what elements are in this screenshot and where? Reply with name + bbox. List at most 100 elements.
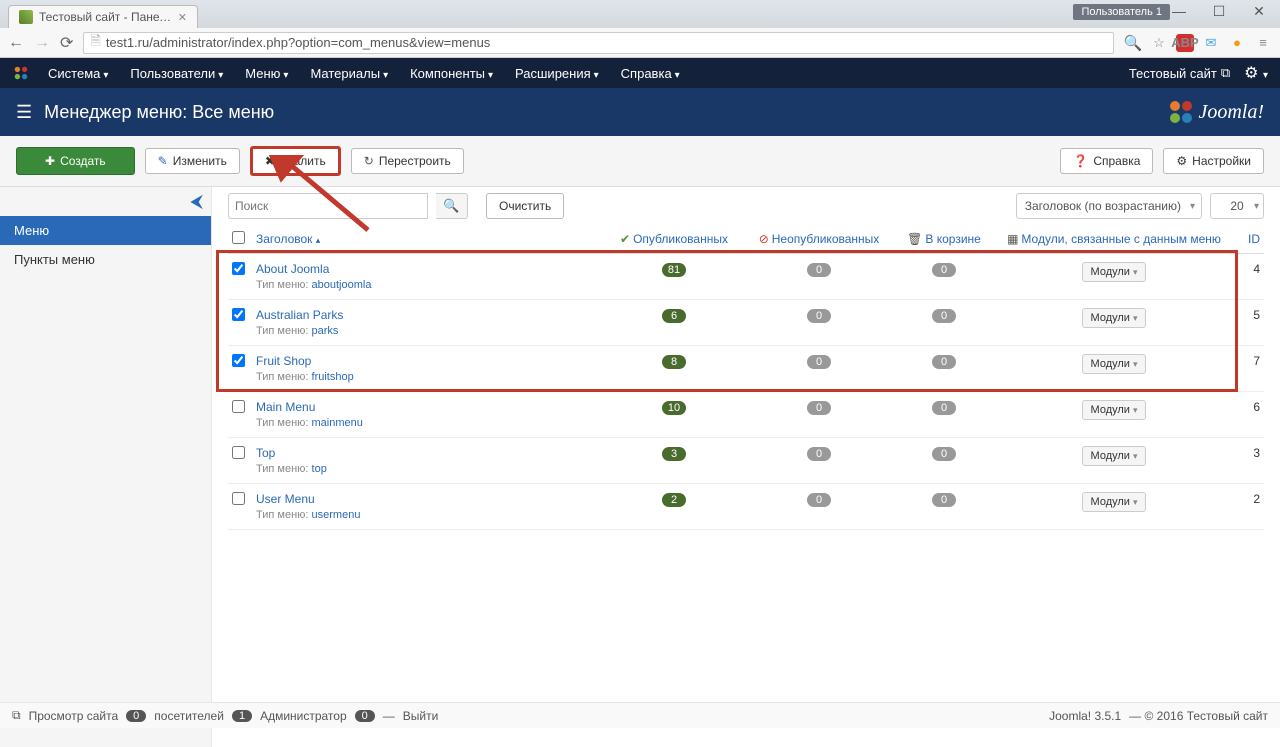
trashed-badge[interactable]: 0 <box>932 355 956 369</box>
topbar-item-content[interactable]: Материалы <box>302 66 396 81</box>
row-checkbox[interactable] <box>232 446 245 459</box>
user-badge[interactable]: Пользователь 1 <box>1073 4 1170 20</box>
menu-type-link[interactable]: aboutjoomla <box>312 279 372 291</box>
topbar-item-users[interactable]: Пользователи <box>122 66 231 81</box>
topbar-item-menus[interactable]: Меню <box>237 66 296 81</box>
sidebar-item-1[interactable]: Пункты меню <box>0 245 211 274</box>
modules-icon: ▦ <box>1007 232 1018 246</box>
content-area: ⮜ МенюПункты меню 🔍 Очистить Заголовок (… <box>0 187 1280 747</box>
menu-title-link[interactable]: Australian Parks <box>256 308 600 322</box>
trashed-badge[interactable]: 0 <box>932 263 956 277</box>
star-icon[interactable]: ☆ <box>1150 34 1168 52</box>
search-button[interactable]: 🔍 <box>436 193 468 219</box>
delete-icon: ✖ <box>265 154 275 168</box>
blog-icon[interactable]: ● <box>1228 34 1246 52</box>
col-id[interactable]: ID <box>1234 225 1264 254</box>
row-checkbox[interactable] <box>232 354 245 367</box>
site-link[interactable]: Тестовый сайт ⧉ <box>1129 65 1230 81</box>
external-icon: ⧉ <box>12 708 21 723</box>
published-badge[interactable]: 81 <box>662 263 686 277</box>
limit-select[interactable]: 20 <box>1210 193 1264 219</box>
trashed-badge[interactable]: 0 <box>932 401 956 415</box>
edit-button[interactable]: ✎Изменить <box>145 148 240 174</box>
magnifier-icon: 🔍 <box>443 198 459 214</box>
nav-back-icon[interactable]: ← <box>8 34 24 52</box>
published-badge[interactable]: 6 <box>662 309 686 323</box>
clear-button[interactable]: Очистить <box>486 193 564 219</box>
menu-title-link[interactable]: User Menu <box>256 492 600 506</box>
menu-title-link[interactable]: About Joomla <box>256 262 600 276</box>
collapse-sidebar-icon[interactable]: ⮜ <box>190 191 203 211</box>
minimize-icon[interactable]: — <box>1162 0 1196 22</box>
zoom-icon[interactable]: 🔍 <box>1124 34 1142 52</box>
chrome-menu-icon[interactable]: ≡ <box>1254 34 1272 52</box>
row-checkbox[interactable] <box>232 308 245 321</box>
options-button[interactable]: ⚙Настройки <box>1163 148 1264 174</box>
help-button[interactable]: ❓Справка <box>1060 148 1153 174</box>
menu-type-link[interactable]: usermenu <box>312 509 361 521</box>
menu-type-label: Тип меню: mainmenu <box>256 417 600 429</box>
delete-button[interactable]: ✖Удалить <box>250 146 341 176</box>
unpublished-badge[interactable]: 0 <box>807 355 831 369</box>
published-badge[interactable]: 8 <box>662 355 686 369</box>
new-button[interactable]: ✚Создать <box>16 147 135 175</box>
unpublished-badge[interactable]: 0 <box>807 401 831 415</box>
trashed-badge[interactable]: 0 <box>932 493 956 507</box>
maximize-icon[interactable]: ☐ <box>1202 0 1236 22</box>
modules-dropdown[interactable]: Модули <box>1082 262 1147 282</box>
menu-type-link[interactable]: top <box>312 463 327 475</box>
mail-icon[interactable]: ✉ <box>1202 34 1220 52</box>
sort-select[interactable]: Заголовок (по возрастанию) <box>1016 193 1202 219</box>
topbar-item-extensions[interactable]: Расширения <box>507 66 607 81</box>
close-window-icon[interactable]: ✕ <box>1242 0 1276 22</box>
unpublished-badge[interactable]: 0 <box>807 263 831 277</box>
menu-type-link[interactable]: fruitshop <box>312 371 354 383</box>
col-unpublished[interactable]: ⊘Неопубликованных <box>744 225 894 254</box>
select-all-checkbox[interactable] <box>232 231 245 244</box>
sidebar-item-0[interactable]: Меню <box>0 216 211 245</box>
menu-title-link[interactable]: Main Menu <box>256 400 600 414</box>
menu-title-link[interactable]: Top <box>256 446 600 460</box>
topbar-item-help[interactable]: Справка <box>613 66 688 81</box>
joomla-version: Joomla! 3.5.1 <box>1049 709 1121 723</box>
menu-type-link[interactable]: mainmenu <box>312 417 363 429</box>
col-published[interactable]: ✔Опубликованных <box>604 225 744 254</box>
modules-dropdown[interactable]: Модули <box>1082 492 1147 512</box>
modules-dropdown[interactable]: Модули <box>1082 308 1147 328</box>
col-trashed[interactable]: 🗑В корзине <box>894 225 994 254</box>
trashed-badge[interactable]: 0 <box>932 309 956 323</box>
published-badge[interactable]: 3 <box>662 447 686 461</box>
browser-tab[interactable]: Тестовый сайт - Панель ✕ <box>8 5 198 28</box>
unpublished-badge[interactable]: 0 <box>807 493 831 507</box>
modules-dropdown[interactable]: Модули <box>1082 400 1147 420</box>
copyright: — © 2016 Тестовый сайт <box>1129 709 1268 723</box>
unpublished-badge[interactable]: 0 <box>807 309 831 323</box>
modules-dropdown[interactable]: Модули <box>1082 446 1147 466</box>
search-input[interactable] <box>228 193 428 219</box>
modules-dropdown[interactable]: Модули <box>1082 354 1147 374</box>
menu-type-link[interactable]: parks <box>312 325 339 337</box>
col-title[interactable]: Заголовок ▴ <box>252 225 604 254</box>
address-input[interactable]: 🗎 test1.ru/administrator/index.php?optio… <box>83 32 1114 54</box>
view-site-link[interactable]: Просмотр сайта <box>29 709 119 723</box>
row-checkbox[interactable] <box>232 262 245 275</box>
sidebar: ⮜ МенюПункты меню <box>0 187 212 747</box>
published-badge[interactable]: 2 <box>662 493 686 507</box>
menu-title-link[interactable]: Fruit Shop <box>256 354 600 368</box>
tab-close-icon[interactable]: ✕ <box>178 11 187 24</box>
row-checkbox[interactable] <box>232 492 245 505</box>
col-modules: ▦Модули, связанные с данным меню <box>994 225 1234 254</box>
topbar-item-system[interactable]: Система <box>40 66 116 81</box>
row-checkbox[interactable] <box>232 400 245 413</box>
published-badge[interactable]: 10 <box>662 401 686 415</box>
nav-forward-icon[interactable]: → <box>34 34 50 52</box>
logout-link[interactable]: Выйти <box>403 709 439 723</box>
rebuild-button[interactable]: ↻Перестроить <box>351 148 464 174</box>
abp-icon[interactable]: ABP <box>1176 34 1194 52</box>
reload-icon[interactable]: ⟳ <box>60 33 73 53</box>
joomla-icon <box>12 64 30 82</box>
unpublished-badge[interactable]: 0 <box>807 447 831 461</box>
topbar-item-components[interactable]: Компоненты <box>402 66 501 81</box>
gear-icon[interactable]: ⚙ ▾ <box>1244 63 1268 83</box>
trashed-badge[interactable]: 0 <box>932 447 956 461</box>
